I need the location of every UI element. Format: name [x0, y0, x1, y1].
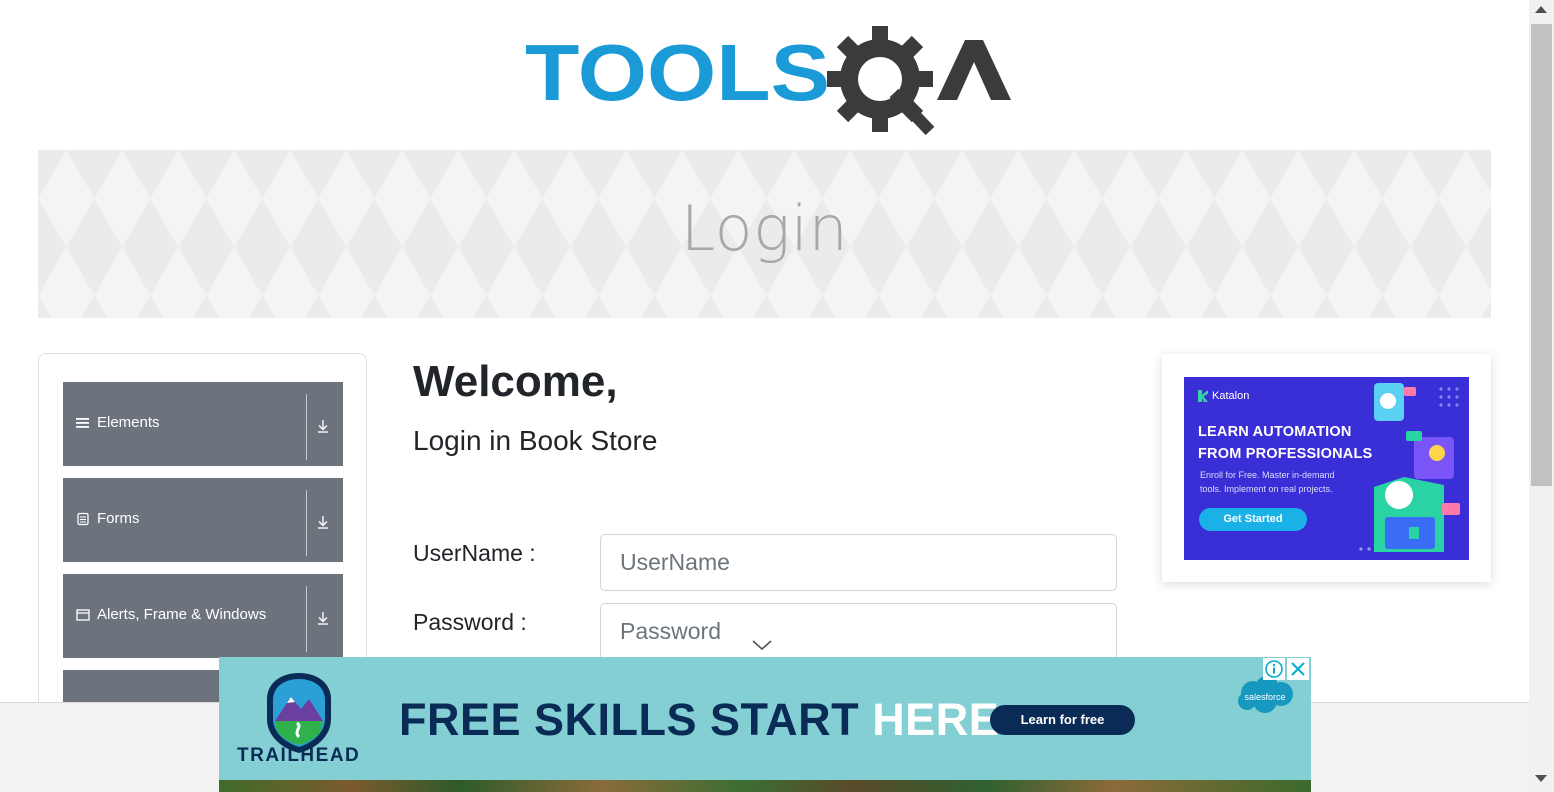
katalon-brand: Katalon: [1198, 390, 1249, 402]
toolsqa-logo[interactable]: TOOLS: [525, 22, 1015, 137]
group-alerts-frame-windows[interactable]: Alerts, Frame & Windows: [63, 574, 343, 658]
katalon-brand-text: Katalon: [1212, 390, 1250, 402]
chevron-down-icon: [752, 640, 772, 651]
developer-illustration: [1359, 383, 1460, 552]
expand-download-icon[interactable]: [313, 416, 333, 436]
username-input[interactable]: [600, 534, 1117, 591]
login-subtitle: Login in Book Store: [413, 425, 658, 456]
group-elements[interactable]: Elements: [63, 382, 343, 466]
divider: [306, 586, 307, 652]
expand-download-icon[interactable]: [313, 512, 333, 532]
divider: [306, 490, 307, 556]
ad-headline-main: FREE SKILLS START: [399, 694, 873, 745]
group-label: Alerts, Frame & Windows: [97, 606, 267, 623]
side-advertisement[interactable]: Katalon LEARN AUTOMATION FROM PROFESSION…: [1162, 354, 1491, 582]
group-label: Elements: [97, 414, 160, 431]
svg-text:TOOLS: TOOLS: [525, 28, 830, 117]
ad-headline: LEARN AUTOMATION FROM PROFESSIONALS: [1198, 421, 1372, 465]
katalon-logo-icon: [1198, 390, 1208, 402]
learn-for-free-button[interactable]: Learn for free: [990, 705, 1135, 735]
expand-download-icon[interactable]: [313, 608, 333, 628]
jungle-illustration: [219, 780, 1311, 792]
group-label: Forms: [97, 510, 140, 527]
ad-headline: FREE SKILLS START HERE.: [399, 694, 1012, 746]
scrollbar-thumb[interactable]: [1531, 24, 1552, 486]
ad-headline-line2: FROM PROFESSIONALS: [1198, 446, 1373, 462]
menu-icon: [76, 418, 89, 428]
ad-info-icon[interactable]: [1263, 658, 1285, 680]
page-banner: Login: [38, 150, 1491, 318]
get-started-button[interactable]: Get Started: [1199, 508, 1307, 531]
ad-subtext: Enroll for Free. Master in-demand tools.…: [1200, 470, 1335, 494]
welcome-heading: Welcome,: [413, 357, 618, 406]
ad-close-icon[interactable]: [1287, 658, 1309, 680]
divider: [306, 394, 307, 460]
ad-headline-line1: LEARN AUTOMATION: [1198, 424, 1352, 440]
trailhead-brand: TRAILHEAD: [237, 745, 361, 766]
trailhead-ad[interactable]: TRAILHEAD FREE SKILLS START HERE. Learn …: [219, 657, 1311, 792]
window-icon: [76, 609, 90, 621]
katalon-ad[interactable]: Katalon LEARN AUTOMATION FROM PROFESSION…: [1184, 377, 1469, 560]
page-title: Login: [680, 192, 849, 265]
svg-text:salesforce: salesforce: [1244, 692, 1285, 702]
scroll-down-arrow-icon[interactable]: [1535, 775, 1547, 782]
password-label: Password :: [413, 609, 527, 635]
password-input[interactable]: [600, 603, 1117, 660]
trailhead-logo-icon: [267, 673, 331, 753]
username-label: UserName :: [413, 540, 536, 566]
page: TOOLS Login Elements Forms Alerts, Frame…: [0, 0, 1554, 792]
group-forms[interactable]: Forms: [63, 478, 343, 562]
scroll-up-arrow-icon[interactable]: [1535, 6, 1547, 13]
document-icon: [77, 512, 89, 526]
